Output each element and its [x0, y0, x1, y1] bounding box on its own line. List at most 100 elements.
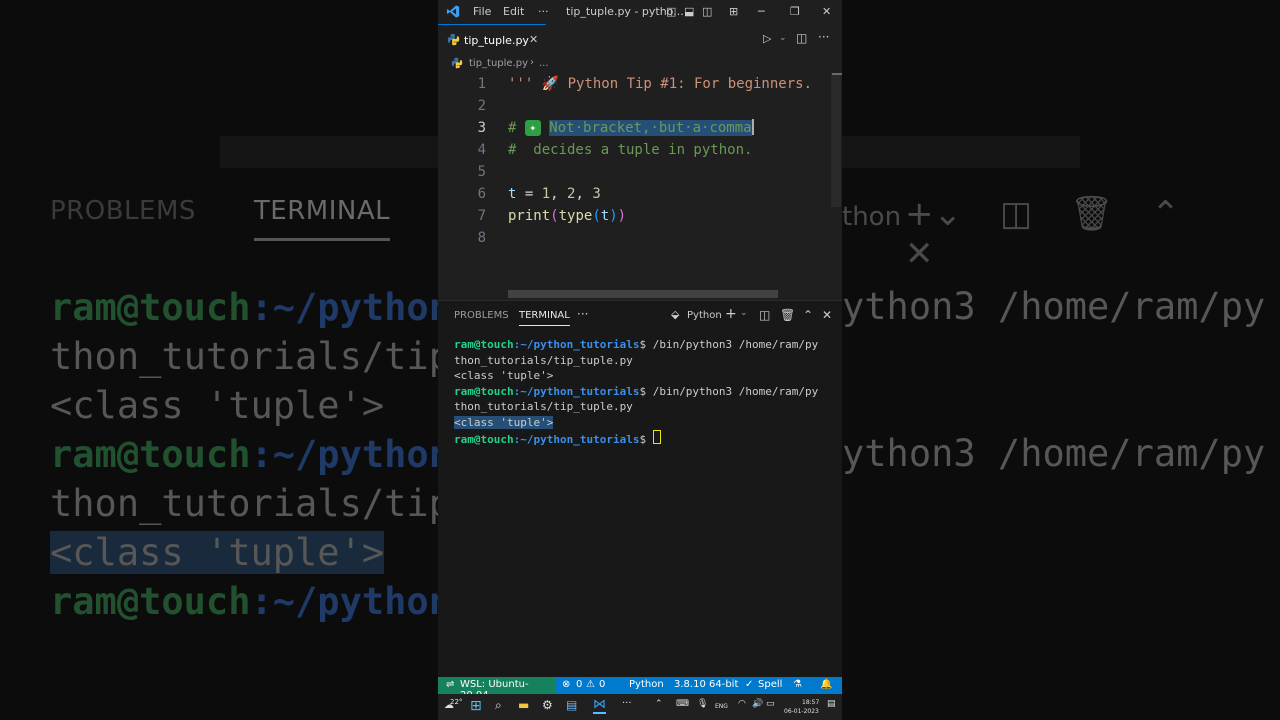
feedback-icon[interactable]: ⚗ [793, 679, 802, 690]
battery-icon[interactable]: ▭ [766, 699, 775, 709]
notifications-bell-icon[interactable]: 🔔 [820, 679, 832, 690]
code-line-6: 6 t = 1, 2, 3 [438, 183, 842, 205]
code-token: = [516, 186, 542, 202]
search-icon[interactable]: ⌕ [495, 698, 502, 713]
terminal-dropdown-icon[interactable]: ⌄ [740, 308, 748, 318]
tray-keyboard-icon[interactable]: ⌨ [676, 699, 689, 709]
file-explorer-icon[interactable]: ▬ [518, 698, 529, 712]
menu-edit[interactable]: Edit [503, 5, 524, 18]
background-panel-tabs: PROBLEMS TERMINAL [50, 196, 448, 241]
split-editor-icon[interactable]: ◫ [796, 31, 807, 45]
clock-date[interactable]: 06-01-2023 [784, 708, 819, 715]
menu-file[interactable]: File [473, 5, 491, 18]
minimize-icon[interactable]: ─ [758, 5, 765, 18]
code-line-7: 7 print(type(t)) [438, 205, 842, 227]
wifi-icon[interactable]: ◠ [738, 699, 746, 709]
tab-close-icon[interactable]: ✕ [529, 33, 538, 46]
horizontal-scrollbar[interactable] [508, 290, 778, 298]
input-language[interactable]: ENG [715, 703, 728, 710]
comment-prefix: # [508, 120, 525, 136]
code-token: , [575, 186, 593, 202]
breadcrumb: tip_tuple.py › ... [438, 55, 842, 73]
terminal-panel: PROBLEMS TERMINAL ··· ⬙ Python + ⌄ ◫ 🗑 ⌃… [438, 300, 842, 678]
tab-problems[interactable]: PROBLEMS [454, 310, 509, 321]
background-plus-icon: +⌄ [905, 194, 962, 234]
line-number: 4 [477, 142, 486, 158]
breadcrumb-file[interactable]: tip_tuple.py [469, 58, 528, 69]
python-file-icon [447, 33, 460, 46]
terminal-output[interactable]: ram@touch:~/python_tutorials$ /bin/pytho… [454, 337, 818, 448]
clock-time[interactable]: 18:57 [802, 699, 819, 706]
editor-more-icon[interactable]: ··· [818, 30, 829, 44]
volume-icon[interactable]: 🔊 [752, 699, 763, 709]
split-terminal-icon[interactable]: ◫ [759, 308, 770, 322]
line-number: 8 [477, 230, 486, 246]
tray-chevron-icon[interactable]: ⌃ [655, 699, 663, 709]
warnings-count[interactable]: 0 [599, 679, 605, 690]
line-number: 5 [477, 164, 486, 180]
scrollbar-marker [832, 73, 842, 75]
spell-check-label[interactable]: Spell [758, 679, 782, 690]
vertical-scrollbar[interactable] [831, 73, 841, 207]
spell-check-icon[interactable]: ✓ [745, 679, 753, 690]
background-trash-icon: 🗑 [1070, 194, 1114, 234]
editor-tab-bar: tip_tuple.py ✕ ▷ ⌄ ◫ ··· [438, 24, 842, 55]
tab-terminal[interactable]: TERMINAL [519, 310, 570, 326]
terminal-shell-label[interactable]: Python [687, 310, 722, 321]
line-number: 7 [477, 208, 486, 224]
new-terminal-icon[interactable]: + [725, 306, 737, 322]
toggle-sidebar-icon[interactable]: ◫ [666, 5, 676, 18]
vscode-taskbar-icon[interactable]: ⋈ [593, 697, 606, 714]
background-right-line: ython3 /home/ram/py [842, 285, 1266, 328]
tab-label: tip_tuple.py [464, 34, 529, 47]
settings-icon[interactable]: ⚙ [542, 698, 553, 712]
tab-tip-tuple[interactable]: tip_tuple.py ✕ [438, 24, 546, 55]
warnings-icon[interactable]: ⚠ [586, 679, 595, 690]
kill-terminal-icon[interactable]: 🗑 [780, 308, 795, 322]
errors-icon[interactable]: ⊗ [562, 679, 570, 690]
python-interpreter[interactable]: 3.8.10 64-bit [674, 679, 738, 690]
code-line-8: 8 [438, 227, 842, 249]
notification-center-icon[interactable]: ▤ [827, 699, 836, 709]
terminal-command: $ /bin/python3 /home/ram/py [639, 338, 819, 351]
tray-mic-icon[interactable]: 🎙 [697, 699, 708, 709]
background-line: <class 'tuple'> [50, 384, 385, 427]
line-text: print(type(t)) [508, 205, 626, 227]
maximize-panel-icon[interactable]: ⌃ [803, 308, 813, 322]
sparkles-emoji-icon: ✦ [524, 120, 541, 136]
terminal-line: thon_tutorials/tip_tuple.py [454, 353, 633, 367]
start-icon[interactable]: ⊞ [470, 698, 482, 714]
terminal-path: :~/python_tutorials [513, 384, 640, 398]
toggle-secondary-sidebar-icon[interactable]: ◫ [702, 5, 712, 18]
background-user: ram@touch [50, 286, 251, 329]
terminal-command: $ /bin/python3 /home/ram/py [639, 384, 819, 398]
remote-indicator[interactable]: ⇌ WSL: Ubuntu-20.04 [438, 677, 555, 701]
code-token: t [600, 208, 610, 224]
panel-more-icon[interactable]: ··· [577, 307, 588, 321]
run-icon[interactable]: ▷ [763, 32, 771, 45]
close-panel-icon[interactable]: ✕ [822, 308, 832, 322]
background-terminal: ram@touch:~/python_ thon_tutorials/tip_ … [50, 283, 473, 626]
panel-tabs: PROBLEMS TERMINAL ··· ⬙ Python + ⌄ ◫ 🗑 ⌃… [438, 301, 842, 331]
customize-layout-icon[interactable]: ⊞ [729, 5, 738, 18]
close-window-icon[interactable]: ✕ [822, 5, 831, 18]
language-mode[interactable]: Python [629, 679, 664, 690]
menu-more[interactable]: ··· [538, 5, 549, 18]
background-user: ram@touch [50, 433, 251, 476]
toggle-panel-icon[interactable]: ⬓ [684, 5, 694, 18]
background-tab-terminal: TERMINAL [253, 196, 391, 241]
code-line-1: 1 ''' 🚀 Python Tip #1: For beginners. [438, 73, 842, 95]
restore-icon[interactable]: ❐ [790, 5, 800, 18]
line-number: 2 [477, 98, 486, 114]
taskbar-more-icon[interactable]: ··· [622, 698, 632, 709]
background-line: thon_tutorials/tip_ [50, 335, 474, 378]
background-tab-problems: PROBLEMS [50, 196, 196, 226]
errors-count[interactable]: 0 [576, 679, 582, 690]
line-text: # ✦ Not·bracket,·but·a·comma [508, 117, 754, 139]
notepad-icon[interactable]: ▤ [566, 698, 577, 712]
breadcrumb-python-icon [451, 57, 463, 69]
code-editor[interactable]: 1 ''' 🚀 Python Tip #1: For beginners. 2 … [438, 73, 842, 299]
run-dropdown-icon[interactable]: ⌄ [779, 33, 787, 43]
breadcrumb-symbols[interactable]: ... [539, 58, 549, 69]
vscode-window: File Edit ··· tip_tuple.py - pytho... ◫ … [438, 0, 842, 720]
